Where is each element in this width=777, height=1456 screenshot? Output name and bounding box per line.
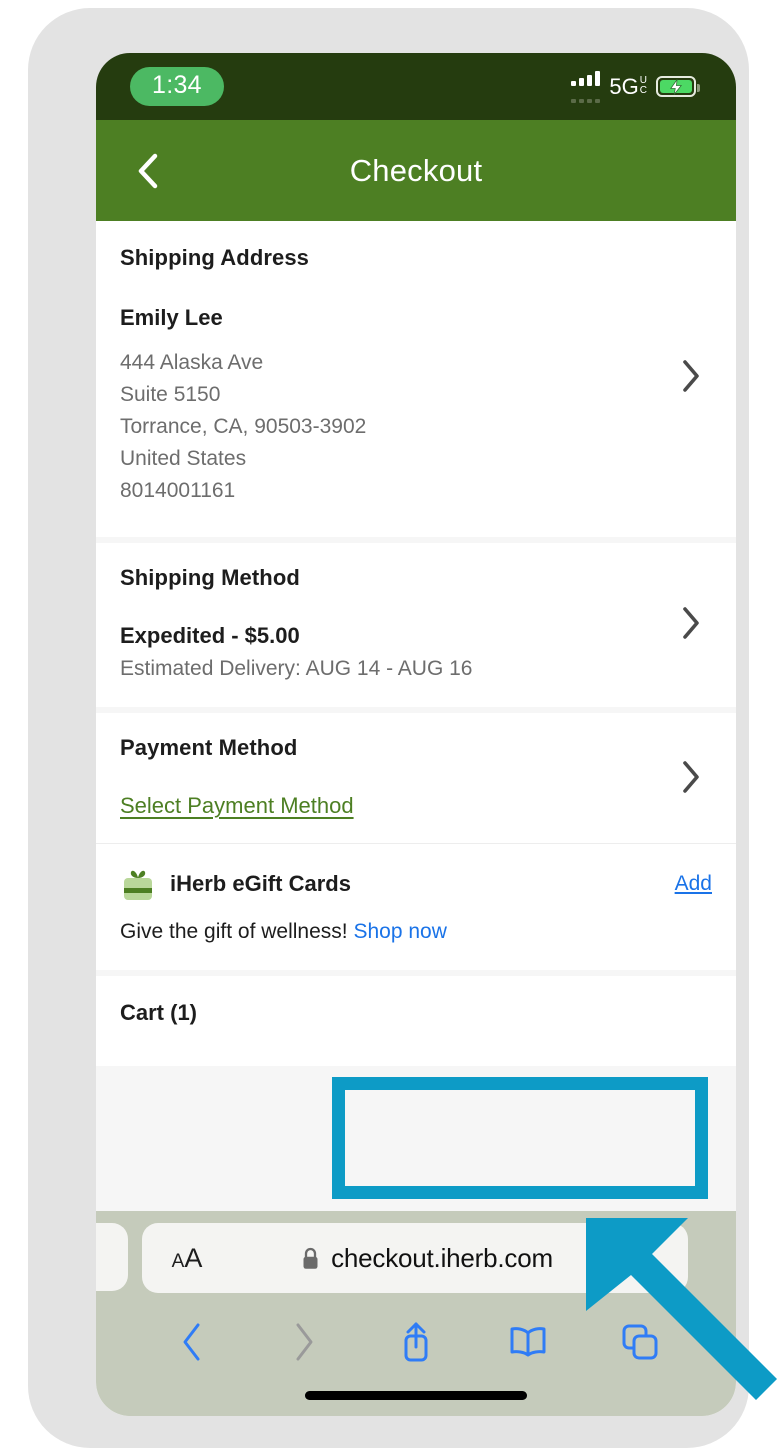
- browser-back-button[interactable]: [136, 1303, 248, 1381]
- annotation-highlight-box: [332, 1077, 708, 1199]
- safari-previous-tab[interactable]: [96, 1223, 128, 1291]
- address-line: 8014001161: [120, 479, 236, 502]
- shipping-address-chevron[interactable]: [674, 359, 708, 393]
- status-indicators: 5G U C: [571, 70, 700, 103]
- cart-title: Cart (1): [120, 1000, 198, 1025]
- shipping-method-chevron[interactable]: [674, 606, 708, 640]
- egift-cards-row: iHerb eGift Cards Add Give the gift of w…: [96, 843, 736, 970]
- status-bar: 1:34 5G U C: [96, 53, 736, 120]
- arrow-up-left-icon: [586, 1218, 777, 1400]
- payment-section-card: Payment Method Select Payment Method iHe…: [96, 713, 736, 970]
- status-time-pill: 1:34: [130, 67, 224, 106]
- home-indicator: [305, 1391, 527, 1400]
- shipping-method-estimate: Estimated Delivery: AUG 14 - AUG 16: [120, 657, 473, 680]
- egift-cards-title: iHerb eGift Cards: [170, 871, 351, 896]
- text-size-button[interactable]: AA: [142, 1243, 232, 1274]
- chevron-right-icon: [683, 761, 699, 793]
- browser-forward-button: [248, 1303, 360, 1381]
- address-line: 444 Alaska Ave: [120, 351, 264, 374]
- network-type-text: 5G: [609, 73, 639, 99]
- text-size-small-a: A: [171, 1250, 185, 1272]
- shipping-address-card[interactable]: Shipping Address Emily Lee 444 Alaska Av…: [96, 221, 736, 537]
- header-back-button[interactable]: [120, 143, 176, 199]
- lock-icon: [301, 1247, 320, 1270]
- address-line: Torrance, CA, 90503-3902: [120, 415, 367, 438]
- address-line: Suite 5150: [120, 383, 221, 406]
- chevron-right-icon: [683, 607, 699, 639]
- chevron-left-icon: [138, 153, 158, 188]
- text-size-large-a: A: [184, 1242, 203, 1273]
- cart-card: Cart (1): [96, 976, 736, 1066]
- shipping-address-title: Shipping Address: [120, 245, 310, 270]
- battery-charging-icon: [656, 76, 700, 97]
- payment-method-row[interactable]: Payment Method Select Payment Method: [96, 713, 736, 843]
- annotation-arrow: [586, 1218, 777, 1400]
- chevron-right-icon: [683, 360, 699, 392]
- egift-promo-text: Give the gift of wellness! Shop now: [120, 920, 712, 944]
- egift-promo-label: Give the gift of wellness!: [120, 920, 348, 943]
- payment-method-chevron[interactable]: [674, 760, 708, 794]
- network-type-label: 5G U C: [609, 74, 647, 100]
- gift-box-icon: [124, 870, 152, 900]
- screenshot-stage: 1:34 5G U C Checkout Shipping Address Em…: [0, 0, 777, 1456]
- page-title: Checkout: [349, 152, 483, 188]
- select-payment-method-link[interactable]: Select Payment Method: [120, 793, 354, 819]
- chevron-right-icon: [296, 1323, 313, 1361]
- payment-method-title: Payment Method: [120, 735, 298, 760]
- signal-bars-icon: [571, 70, 601, 103]
- egift-add-link[interactable]: Add: [675, 872, 712, 896]
- egift-shop-now-link[interactable]: Shop now: [353, 920, 446, 943]
- chevron-left-icon: [183, 1323, 200, 1361]
- app-header: Checkout: [96, 120, 736, 221]
- url-text: checkout.iherb.com: [331, 1242, 553, 1273]
- recipient-name: Emily Lee: [120, 305, 223, 330]
- shipping-method-card[interactable]: Shipping Method Expedited - $5.00 Estima…: [96, 543, 736, 707]
- shipping-method-option: Expedited - $5.00: [120, 623, 300, 648]
- network-sub-bottom: C: [639, 85, 647, 96]
- address-lines: 444 Alaska Ave Suite 5150 Torrance, CA, …: [120, 347, 674, 507]
- book-icon: [510, 1327, 546, 1357]
- address-line: United States: [120, 447, 247, 470]
- share-icon: [404, 1322, 428, 1362]
- shipping-method-title: Shipping Method: [120, 565, 300, 590]
- browser-share-button[interactable]: [360, 1303, 472, 1381]
